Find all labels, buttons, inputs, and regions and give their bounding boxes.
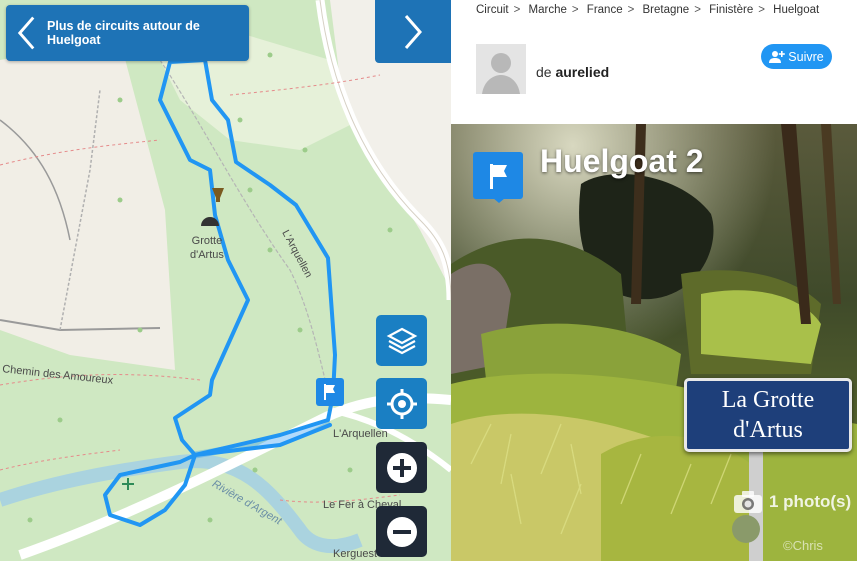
layers-icon xyxy=(386,327,417,354)
sign-line-2: d'Artus xyxy=(733,417,803,443)
crosshair-icon xyxy=(386,388,417,419)
residential-area xyxy=(0,40,175,370)
user-placeholder-icon xyxy=(476,44,526,94)
flag-icon xyxy=(324,384,335,400)
author-line: de aurelied xyxy=(536,64,609,80)
chevron-left-icon xyxy=(17,16,35,50)
plus-icon xyxy=(386,452,417,483)
start-flag-marker[interactable] xyxy=(316,378,344,406)
follow-button[interactable]: Suivre xyxy=(761,44,832,69)
breadcrumb-item[interactable]: Huelgoat xyxy=(773,4,819,16)
zoom-in-button[interactable] xyxy=(376,442,427,493)
label-grotte: Grotte d'Artus xyxy=(190,235,224,261)
next-button[interactable] xyxy=(375,0,451,63)
breadcrumb-item[interactable]: Finistère xyxy=(709,4,753,16)
author-name[interactable]: aurelied xyxy=(555,64,609,80)
detail-panel: Circuit > Marche > France > Bretagne > Finis… xyxy=(451,0,857,561)
breadcrumb-item[interactable]: Circuit xyxy=(476,4,509,16)
locate-button[interactable] xyxy=(376,378,427,429)
chevron-right-icon xyxy=(404,14,422,49)
zoom-out-button[interactable] xyxy=(376,506,427,557)
minus-icon xyxy=(386,516,417,547)
map[interactable]: Grotte d'Artus L'Arquellen Chemin des Am… xyxy=(0,0,451,561)
avatar[interactable] xyxy=(476,44,526,94)
layers-button[interactable] xyxy=(376,315,427,366)
breadcrumb-item[interactable]: Marche xyxy=(529,4,567,16)
follow-label: Suivre xyxy=(788,49,824,64)
page-title: Huelgoat 2 xyxy=(540,143,704,179)
flag-icon xyxy=(490,163,507,189)
grotte-sign: La Grotte d'Artus xyxy=(684,378,852,452)
breadcrumb-item[interactable]: Bretagne xyxy=(643,4,690,16)
camera-icon xyxy=(734,491,762,513)
flag-badge xyxy=(473,152,523,203)
breadcrumb: Circuit > Marche > France > Bretagne > Finis… xyxy=(476,4,820,16)
cover-photo[interactable]: Huelgoat 2 La Grotte d'Artus 1 photo(s) … xyxy=(451,124,857,561)
label-kerguest: Kerguest xyxy=(333,548,378,560)
river xyxy=(0,454,363,554)
label-arquellen-place: L'Arquellen xyxy=(333,428,388,440)
photo-watermark: ©Chris xyxy=(783,538,823,553)
add-user-icon xyxy=(769,50,786,63)
photo-count-label: 1 photo(s) xyxy=(769,492,852,511)
trailhead-icon xyxy=(122,478,134,490)
author-prefix: de xyxy=(536,64,552,80)
photo-count[interactable]: 1 photo(s) xyxy=(733,490,851,514)
more-circuits-button[interactable]: Plus de circuits autour de Huelgoat xyxy=(6,5,249,61)
breadcrumb-item[interactable]: France xyxy=(587,4,623,16)
more-circuits-label: Plus de circuits autour de Huelgoat xyxy=(47,19,200,47)
sign-line-1: La Grotte xyxy=(721,387,815,413)
